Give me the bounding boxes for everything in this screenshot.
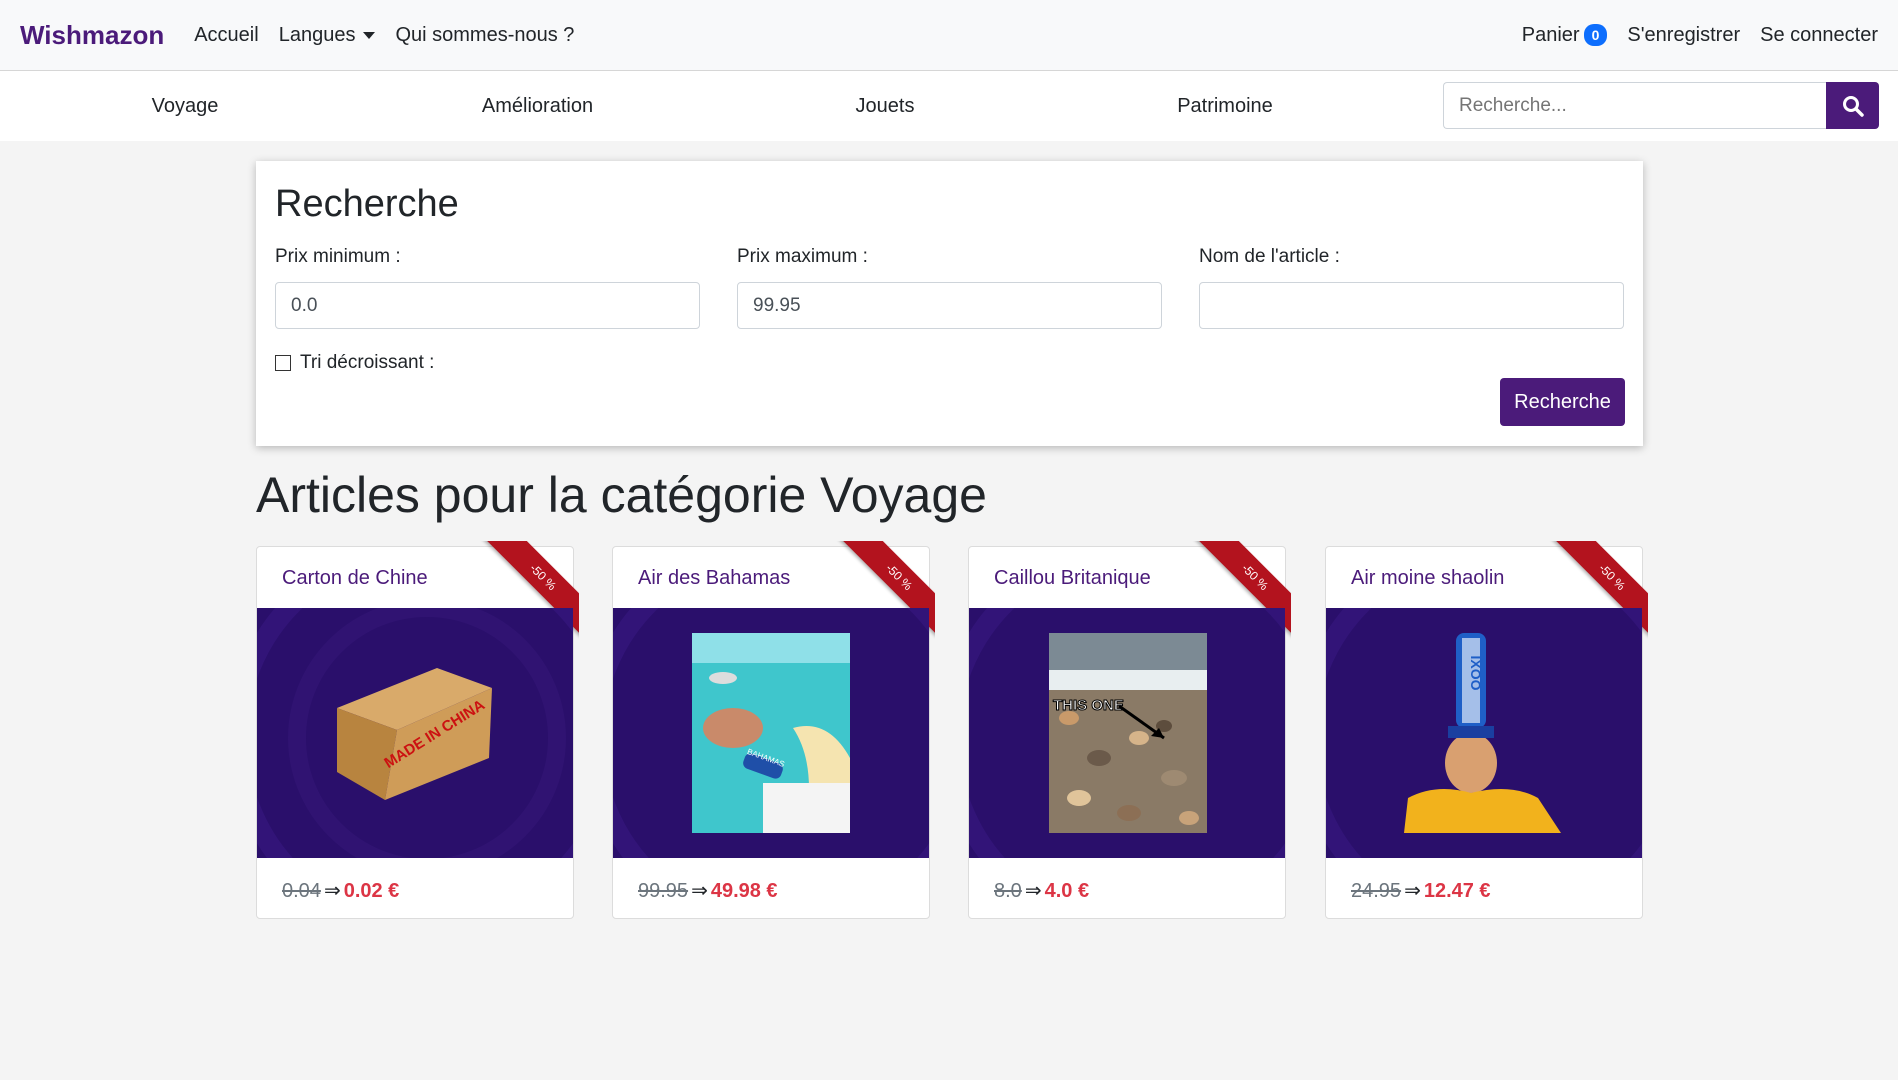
new-price: 12.47 € [1423,880,1491,902]
brand-logo[interactable]: Wishmazon [20,20,164,51]
login-link[interactable]: Se connecter [1760,24,1878,47]
nav-qui-sommes-nous[interactable]: Qui sommes-nous ? [395,24,574,47]
product-title[interactable]: Air moine shaolin [1351,567,1504,590]
category-jouets[interactable]: Jouets [835,71,935,141]
product-image[interactable]: MADE IN CHINA [257,608,573,858]
pebble-beach-image: THIS ONE [969,608,1285,858]
price-arrow: ⇒ [691,880,708,902]
product-card[interactable]: Carton de Chine -50 % MADE IN CHINA 0.04… [256,541,579,919]
min-price-group: Prix minimum : [275,246,700,329]
max-price-label: Prix maximum : [737,246,868,267]
new-price: 49.98 € [710,880,778,902]
top-navbar: Wishmazon Accueil Langues Qui sommes-nou… [0,0,1898,71]
new-price: 0.02 € [343,880,400,902]
cart-count-badge: 0 [1583,24,1608,47]
product-card[interactable]: Caillou Britanique -50 % THIS ONE 8.0 ⇒ 4.… [968,541,1291,919]
max-price-input[interactable] [737,282,1162,329]
search-group [1443,82,1879,129]
search-input[interactable] [1443,82,1826,129]
category-bar: Voyage Amélioration Jouets Patrimoine [0,71,1898,141]
chevron-down-icon [363,31,376,39]
category-amelioration[interactable]: Amélioration [465,71,610,141]
product-image[interactable]: IXOO [1326,608,1642,858]
shaolin-monk-image: IXOO [1326,608,1642,858]
product-card[interactable]: Air moine shaolin -50 % IXOO 24.95 ⇒ 12.47… [1325,541,1648,919]
product-title[interactable]: Caillou Britanique [994,567,1151,590]
price-arrow: ⇒ [1024,880,1042,902]
product-image[interactable]: THIS ONE [969,608,1285,858]
article-name-input[interactable] [1199,282,1624,329]
max-price-group: Prix maximum : [737,246,1162,329]
old-price: 8.0 [994,880,1022,902]
product-price: 8.0 ⇒ 4.0 € [994,878,1089,903]
sort-desc-row: Tri décroissant : [275,352,434,374]
user-nav: Panier 0 S'enregistrer Se connecter [1522,24,1878,47]
main-nav: Accueil Langues Qui sommes-nous ? [194,24,574,47]
nav-langues-dropdown[interactable]: Langues [279,24,376,47]
product-title[interactable]: Air des Bahamas [638,567,790,590]
filter-panel: Recherche Prix minimum : Prix maximum : … [256,161,1643,446]
cart-label: Panier [1521,23,1580,46]
old-price: 99.95 [638,880,689,902]
product-card[interactable]: Air des Bahamas -50 % BAHAMAS 99.95 ⇒ 49.9… [612,541,935,919]
min-price-label: Prix minimum : [275,246,401,267]
min-price-input[interactable] [275,282,700,329]
category-voyage[interactable]: Voyage [120,71,250,141]
price-arrow: ⇒ [323,880,341,902]
sort-desc-checkbox[interactable] [275,355,291,371]
can-label-text: IXOO [1468,655,1484,690]
price-arrow: ⇒ [1404,880,1421,902]
search-button[interactable] [1826,82,1879,129]
rock-caption-text: THIS ONE [1053,697,1124,714]
filter-title: Recherche [275,183,459,225]
old-price: 0.04 [282,880,321,902]
register-link[interactable]: S'enregistrer [1627,24,1740,47]
cardboard-box-image: MADE IN CHINA [257,608,573,858]
bahamas-pig-image: BAHAMAS [613,608,929,858]
search-icon [1842,95,1864,117]
product-title[interactable]: Carton de Chine [282,567,428,590]
nav-langues-label: Langues [278,23,356,46]
product-price: 24.95 ⇒ 12.47 € [1351,878,1491,903]
category-patrimoine[interactable]: Patrimoine [1160,71,1290,141]
product-image[interactable]: BAHAMAS [613,608,929,858]
old-price: 24.95 [1351,880,1402,902]
nav-accueil[interactable]: Accueil [194,24,258,47]
article-name-group: Nom de l'article : [1199,246,1624,329]
cart-link[interactable]: Panier 0 [1522,24,1608,47]
new-price: 4.0 € [1044,880,1090,902]
filter-search-button[interactable]: Recherche [1500,378,1625,426]
product-price: 99.95 ⇒ 49.98 € [638,878,778,903]
sort-desc-label: Tri décroissant : [300,352,435,373]
article-name-label: Nom de l'article : [1199,246,1340,267]
section-title: Articles pour la catégorie Voyage [256,467,987,523]
product-price: 0.04 ⇒ 0.02 € [282,878,399,903]
